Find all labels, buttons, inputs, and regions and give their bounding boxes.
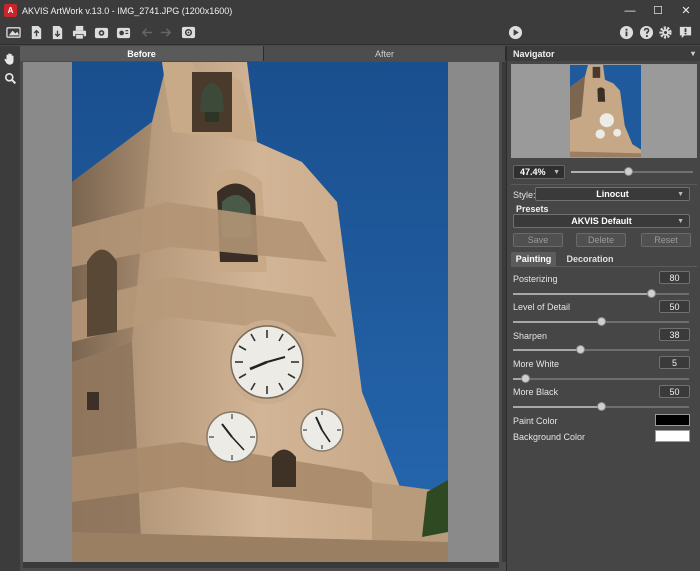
tab-after[interactable]: After bbox=[264, 46, 506, 61]
save-icon[interactable] bbox=[48, 24, 66, 41]
level-of-detail-slider-fill bbox=[513, 321, 601, 323]
print-icon[interactable] bbox=[70, 24, 88, 41]
parameter-tabs: Painting Decoration bbox=[511, 252, 697, 266]
sharpen-value[interactable]: 38 bbox=[659, 328, 690, 341]
chevron-down-icon: ▼ bbox=[677, 218, 684, 225]
level-of-detail-label: Level of Detail bbox=[513, 302, 571, 312]
posterizing-slider[interactable] bbox=[513, 289, 689, 298]
more-black-slider-handle[interactable] bbox=[596, 402, 606, 411]
sharpen-label: Sharpen bbox=[513, 331, 548, 341]
posterizing-slider-handle[interactable] bbox=[646, 289, 656, 298]
bell-tower-photo bbox=[72, 62, 448, 562]
level-of-detail-slider-handle[interactable] bbox=[596, 317, 606, 326]
app-logo-icon: A bbox=[4, 4, 17, 17]
view-tabs: Before After bbox=[20, 46, 506, 61]
paint-color-swatch[interactable] bbox=[655, 414, 690, 426]
posterizing-label: Posterizing bbox=[513, 274, 558, 284]
tab-painting[interactable]: Painting bbox=[511, 252, 556, 266]
more-black-label: More Black bbox=[513, 387, 559, 397]
news-icon[interactable] bbox=[676, 24, 694, 41]
zoom-slider[interactable] bbox=[571, 167, 693, 176]
posterizing-value[interactable]: 80 bbox=[659, 271, 690, 284]
toolbar bbox=[0, 21, 700, 45]
more-black-value[interactable]: 50 bbox=[659, 385, 690, 398]
divider bbox=[511, 266, 697, 267]
tab-decoration[interactable]: Decoration bbox=[560, 252, 620, 266]
collapse-icon[interactable]: ▾ bbox=[691, 49, 695, 58]
sharpen-slider[interactable] bbox=[513, 345, 689, 354]
more-white-slider-handle[interactable] bbox=[521, 374, 531, 383]
close-button[interactable]: ✕ bbox=[672, 0, 700, 21]
zoom-icon[interactable] bbox=[2, 70, 18, 86]
settings-panel: Navigator ▾ 47.4% ▼ Style: Linocut ▼ Pre… bbox=[506, 46, 700, 571]
paint-color-label: Paint Color bbox=[513, 416, 558, 426]
app-window: A AKVIS ArtWork v.13.0 - IMG_2741.JPG (1… bbox=[0, 0, 700, 571]
zoom-dropdown[interactable]: 47.4% ▼ bbox=[513, 165, 565, 179]
more-white-slider[interactable] bbox=[513, 374, 689, 383]
open-image-icon[interactable] bbox=[4, 24, 22, 41]
undo-icon[interactable] bbox=[138, 24, 156, 41]
minimize-button[interactable]: — bbox=[616, 0, 644, 21]
more-black-slider[interactable] bbox=[513, 402, 689, 411]
navigator-thumbnail[interactable] bbox=[570, 65, 641, 157]
reset-preset-button[interactable]: Reset bbox=[641, 233, 691, 247]
zoom-value: 47.4% bbox=[520, 167, 546, 177]
redo-icon[interactable] bbox=[156, 24, 174, 41]
window-title: AKVIS ArtWork v.13.0 - IMG_2741.JPG (120… bbox=[22, 5, 233, 16]
tool-strip bbox=[0, 46, 20, 571]
preset-value: AKVIS Default bbox=[571, 216, 632, 226]
style-label: Style: bbox=[513, 190, 536, 200]
canvas-area: Before After bbox=[20, 46, 506, 571]
tab-before[interactable]: Before bbox=[20, 46, 264, 61]
chevron-down-icon: ▼ bbox=[553, 169, 560, 176]
navigator-title: Navigator bbox=[513, 48, 555, 59]
preferences-icon[interactable] bbox=[179, 24, 197, 41]
title-bar: A AKVIS ArtWork v.13.0 - IMG_2741.JPG (1… bbox=[0, 0, 700, 21]
maximize-button[interactable]: ☐ bbox=[644, 0, 672, 21]
background-color-swatch[interactable] bbox=[655, 430, 690, 442]
more-white-label: More White bbox=[513, 359, 560, 369]
batch-icon[interactable] bbox=[92, 24, 110, 41]
presets-dropdown[interactable]: AKVIS Default ▼ bbox=[513, 214, 690, 228]
settings-icon[interactable] bbox=[656, 24, 674, 41]
style-dropdown[interactable]: Linocut ▼ bbox=[535, 187, 690, 201]
delete-preset-button[interactable]: Delete bbox=[576, 233, 626, 247]
photo-image[interactable] bbox=[72, 62, 448, 562]
level-of-detail-value[interactable]: 50 bbox=[659, 300, 690, 313]
divider bbox=[511, 184, 697, 185]
zoom-slider-handle[interactable] bbox=[624, 167, 634, 176]
info-icon[interactable] bbox=[617, 24, 635, 41]
zoom-slider-fill bbox=[571, 171, 629, 173]
hand-icon[interactable] bbox=[2, 51, 18, 67]
navigator-preview[interactable] bbox=[511, 64, 697, 158]
export-icon[interactable] bbox=[27, 24, 45, 41]
save-preset-button[interactable]: Save bbox=[513, 233, 563, 247]
more-black-slider-fill bbox=[513, 406, 601, 408]
chevron-down-icon: ▼ bbox=[677, 191, 684, 198]
level-of-detail-slider[interactable] bbox=[513, 317, 689, 326]
style-value: Linocut bbox=[596, 189, 629, 199]
zoom-controls: 47.4% ▼ bbox=[511, 165, 697, 180]
more-white-value[interactable]: 5 bbox=[659, 356, 690, 369]
presets-title: Presets bbox=[516, 204, 549, 214]
window-controls: — ☐ ✕ bbox=[616, 0, 700, 21]
posterizing-slider-fill bbox=[513, 293, 654, 295]
help-icon[interactable] bbox=[637, 24, 655, 41]
navigator-header: Navigator ▾ bbox=[507, 46, 700, 61]
horizontal-scrollbar[interactable] bbox=[23, 562, 499, 568]
background-color-label: Background Color bbox=[513, 432, 586, 442]
sharpen-slider-fill bbox=[513, 349, 580, 351]
plugin-icon[interactable] bbox=[114, 24, 132, 41]
run-icon[interactable] bbox=[506, 24, 524, 41]
sharpen-slider-handle[interactable] bbox=[576, 345, 586, 354]
